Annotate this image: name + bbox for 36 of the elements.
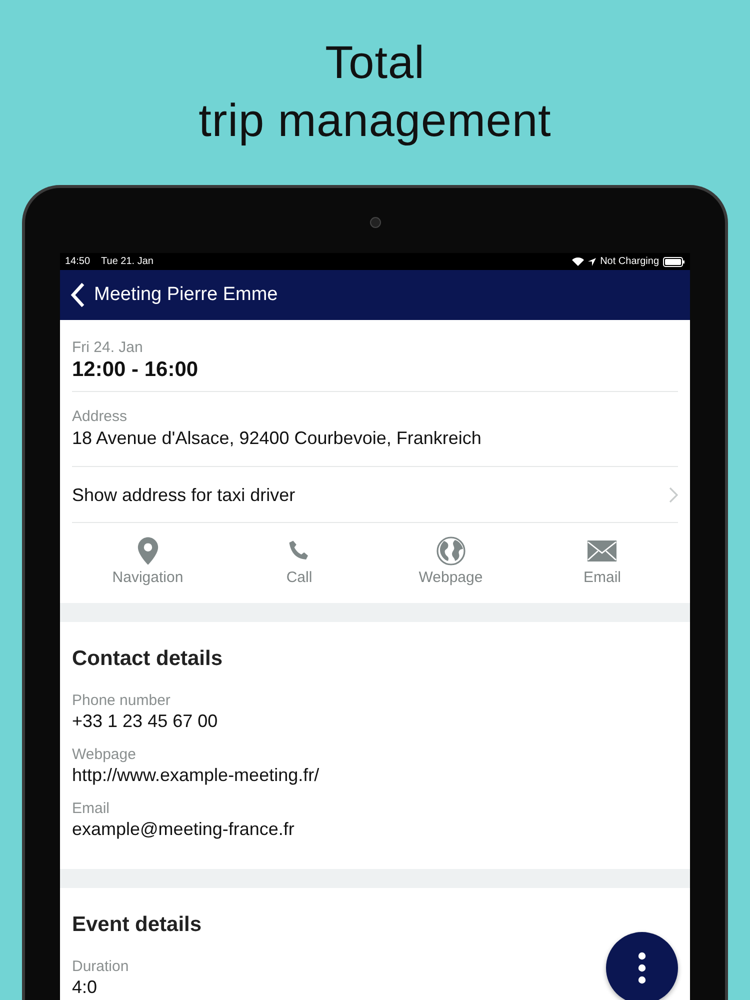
screen-title: Meeting Pierre Emme bbox=[94, 284, 278, 306]
headline: Total bbox=[324, 35, 426, 90]
more-button[interactable] bbox=[606, 932, 678, 1000]
field-label: Address bbox=[72, 408, 128, 426]
pin-icon bbox=[136, 536, 159, 566]
field-label: Email bbox=[72, 800, 110, 818]
field-value: 4:0 bbox=[72, 976, 98, 998]
headline: trip management bbox=[198, 93, 552, 148]
envelope-icon bbox=[587, 540, 618, 562]
email-action-button[interactable]: Email bbox=[526, 523, 678, 603]
wifi-icon bbox=[572, 257, 584, 266]
call-action-button[interactable]: Call bbox=[224, 523, 375, 603]
back-icon[interactable] bbox=[70, 282, 86, 308]
globe-icon bbox=[436, 536, 466, 566]
field-value: +33 1 23 45 67 00 bbox=[72, 710, 218, 732]
status-date: Tue 21. Jan bbox=[101, 256, 154, 267]
field-label: Phone number bbox=[72, 692, 170, 710]
location-arrow-icon bbox=[588, 258, 596, 266]
more-icon bbox=[638, 952, 646, 984]
field-value: http://www.example-meeting.fr/ bbox=[72, 764, 320, 786]
address-value: 18 Avenue d'Alsace, 92400 Courbevoie, Frankreich bbox=[72, 427, 482, 450]
taxi-address-link[interactable]: Show address for taxi driver bbox=[72, 467, 678, 523]
date-label: Fri 24. Jan bbox=[72, 339, 144, 357]
camera-icon bbox=[370, 217, 380, 228]
status-time: 14:50 bbox=[65, 256, 90, 267]
navigation-action-button[interactable]: Navigation bbox=[72, 523, 224, 603]
chevron-right-icon bbox=[669, 486, 678, 502]
section-heading: Contact details bbox=[72, 646, 223, 672]
field-label: Webpage bbox=[72, 746, 136, 764]
webpage-action-button[interactable]: Webpage bbox=[375, 523, 526, 603]
battery-icon bbox=[663, 256, 685, 266]
charging-status: Not Charging bbox=[600, 256, 659, 267]
section-heading: Event details bbox=[72, 912, 202, 938]
time-range: 12:00 - 16:00 bbox=[72, 357, 200, 383]
field-value: example@meeting-france.fr bbox=[72, 818, 294, 840]
field-label: Duration bbox=[72, 958, 129, 976]
